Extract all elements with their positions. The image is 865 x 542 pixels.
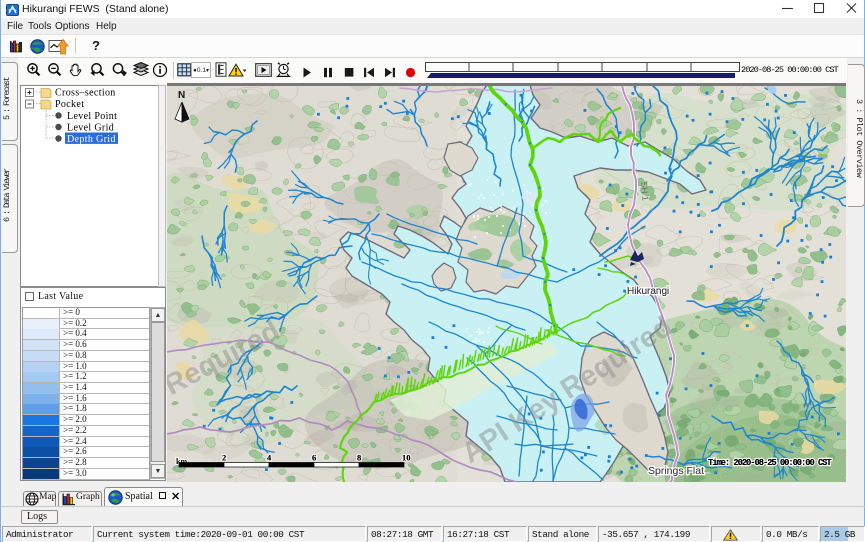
svg-text:8: 8	[357, 453, 361, 463]
svg-text:10: 10	[402, 453, 411, 463]
svg-text:Depth Grid: Depth Grid	[67, 134, 116, 145]
svg-text:Springs Flat: Springs Flat	[648, 465, 704, 477]
svg-text:Hikurangi: Hikurangi	[627, 286, 669, 297]
svg-text:2: 2	[222, 453, 226, 463]
svg-text:Level Point: Level Point	[67, 111, 117, 122]
svg-text:Time: 2020-08-25 00:00:00 CST: Time: 2020-08-25 00:00:00 CST	[708, 458, 832, 468]
svg-text:6: 6	[312, 453, 316, 463]
svg-text:SH 1: SH 1	[639, 181, 651, 201]
svg-text:N: N	[178, 90, 185, 101]
svg-text:Cross–section: Cross–section	[55, 88, 116, 99]
svg-text:Pocket: Pocket	[55, 99, 84, 110]
svg-text:Level Grid: Level Grid	[67, 123, 114, 134]
